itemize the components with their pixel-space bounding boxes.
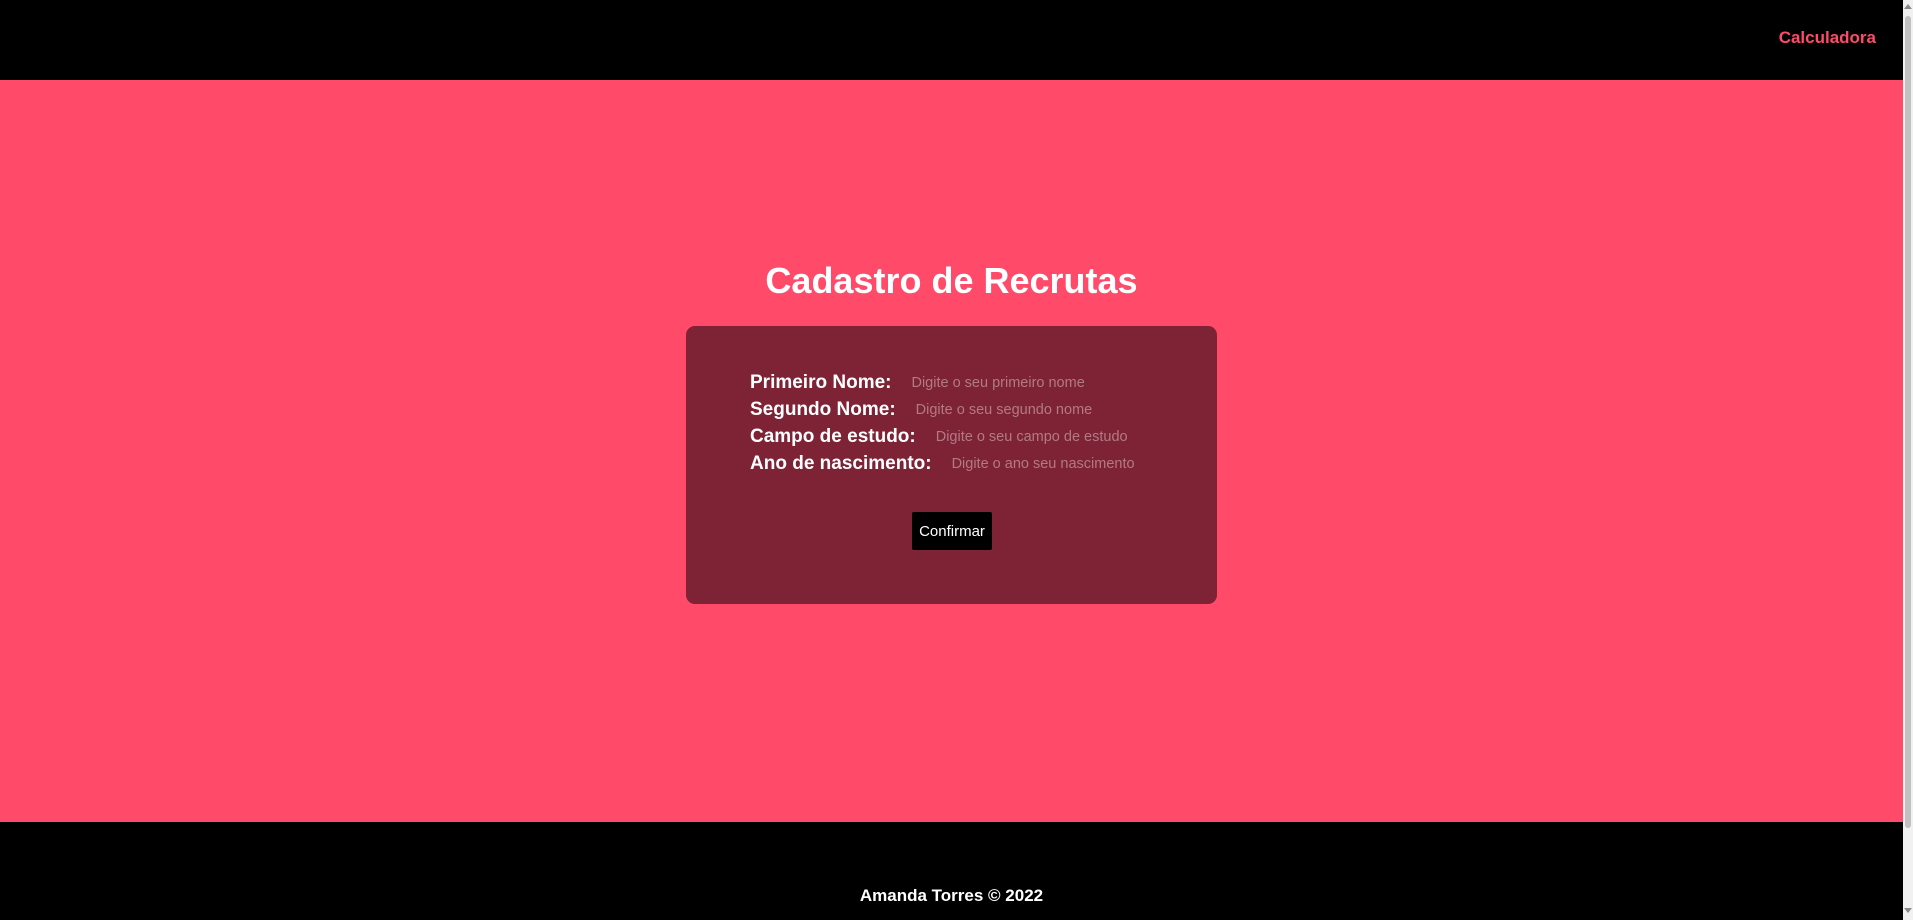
birth-year-row: Ano de nascimento:: [750, 451, 1174, 477]
first-name-label: Primeiro Nome:: [750, 372, 892, 393]
birth-year-input[interactable]: [949, 454, 1174, 474]
calculadora-link[interactable]: Calculadora: [1779, 28, 1876, 48]
page: Calculadora Cadastro de Recrutas Primeir…: [0, 0, 1903, 920]
scroll-up-arrow-icon[interactable]: [1904, 4, 1912, 9]
field-of-study-input[interactable]: [933, 427, 1158, 447]
main-content: Cadastro de Recrutas Primeiro Nome: Segu…: [0, 80, 1903, 822]
last-name-row: Segundo Nome:: [750, 397, 1138, 423]
scroll-thumb[interactable]: [1905, 16, 1911, 828]
first-name-row: Primeiro Nome:: [750, 370, 1134, 396]
first-name-input[interactable]: [909, 373, 1134, 393]
last-name-label: Segundo Nome:: [750, 399, 896, 420]
last-name-input[interactable]: [913, 400, 1138, 420]
field-of-study-label: Campo de estudo:: [750, 426, 916, 447]
vertical-scrollbar[interactable]: [1903, 0, 1913, 920]
birth-year-label: Ano de nascimento:: [750, 453, 932, 474]
top-navbar: Calculadora: [0, 0, 1903, 80]
confirm-button[interactable]: Confirmar: [912, 512, 992, 550]
field-of-study-row: Campo de estudo:: [750, 424, 1158, 450]
footer: Amanda Torres © 2022: [0, 822, 1903, 920]
footer-copyright: Amanda Torres © 2022: [859, 886, 1044, 905]
scroll-down-arrow-icon[interactable]: [1904, 908, 1912, 913]
page-title: Cadastro de Recrutas: [765, 260, 1138, 301]
recruit-form: Primeiro Nome: Segundo Nome: Campo de es…: [686, 326, 1217, 604]
